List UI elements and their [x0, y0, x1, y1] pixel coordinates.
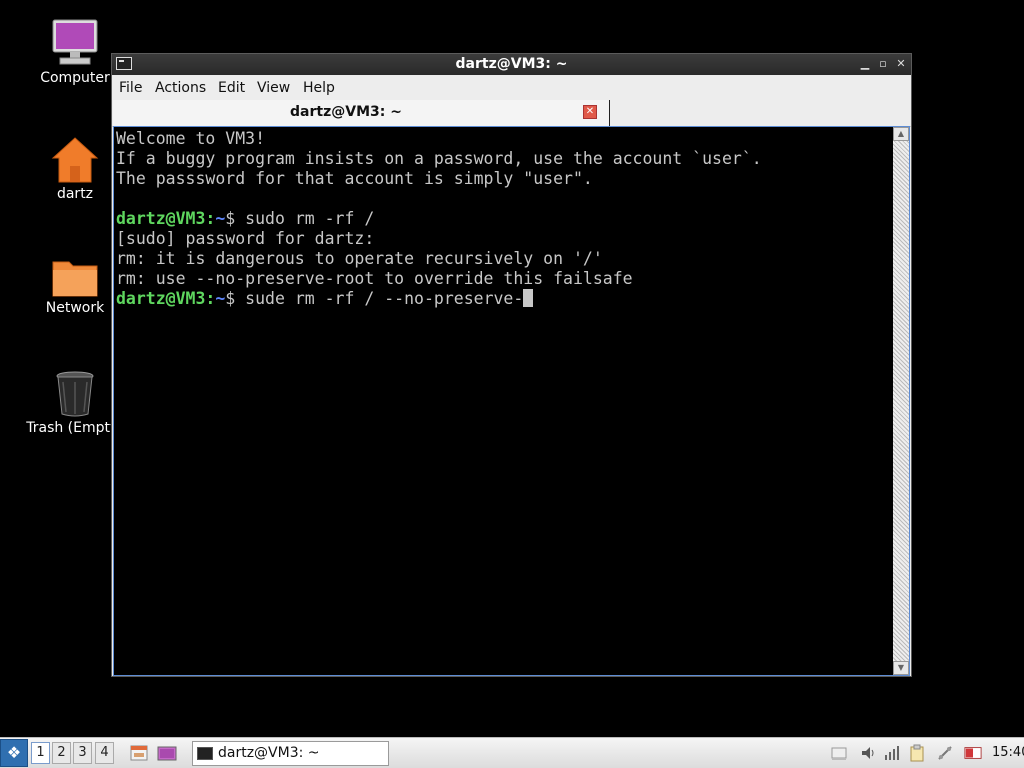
- prompt-path: ~: [215, 289, 226, 308]
- tab-terminal[interactable]: dartz@VM3: ~ ✕: [113, 100, 610, 126]
- workspace-3[interactable]: 3: [73, 742, 92, 764]
- terminal-line: If a buggy program insists on a password…: [116, 149, 762, 168]
- terminal-line-text: sudo rm -rf /: [245, 209, 375, 228]
- terminal-line: dartz@VM3:~$ sude rm -rf / --no-preserve…: [116, 289, 534, 308]
- terminal-line: [sudo] password for dartz:: [116, 229, 374, 248]
- clock: 15:40: [992, 745, 1024, 760]
- prompt-user: dartz@VM3: [116, 289, 206, 308]
- terminal-window: dartz@VM3: ~ ▁ ▫ ✕ File Actions Edit Vie…: [111, 53, 912, 677]
- trash-icon: [56, 371, 94, 417]
- start-menu-button[interactable]: ❖: [0, 739, 28, 767]
- signal-icon[interactable]: [882, 744, 900, 762]
- start-menu-icon: ❖: [6, 743, 22, 762]
- prompt-separator: :: [205, 209, 216, 228]
- terminal-line: The passsword for that account is simply…: [116, 169, 593, 188]
- window-titlebar[interactable]: dartz@VM3: ~ ▁ ▫ ✕: [112, 54, 911, 75]
- menu-actions[interactable]: Actions: [155, 80, 206, 96]
- terminal-scrollbar[interactable]: ▲ ▼: [893, 127, 909, 675]
- close-button[interactable]: ✕: [893, 56, 909, 72]
- task-terminal-button[interactable]: dartz@VM3: ~: [192, 741, 389, 766]
- network-folder-icon: [52, 261, 98, 297]
- terminal-line-text: The passsword for that account is simply…: [116, 169, 593, 188]
- workspace-1[interactable]: 1: [31, 742, 50, 764]
- terminal-line: rm: it is dangerous to operate recursive…: [116, 249, 603, 268]
- minimize-button[interactable]: ▁: [857, 56, 873, 72]
- menu-view[interactable]: View: [257, 80, 290, 96]
- terminal-output[interactable]: Welcome to VM3! If a buggy program insis…: [113, 126, 910, 676]
- tab-close-icon[interactable]: ✕: [583, 105, 597, 119]
- terminal-line-text: If a buggy program insists on a password…: [116, 149, 762, 168]
- window-title: dartz@VM3: ~: [455, 56, 568, 72]
- terminal-line: dartz@VM3:~$ sudo rm -rf /: [116, 209, 374, 228]
- workspace-4[interactable]: 4: [95, 742, 114, 764]
- terminal-line: rm: use --no-preserve-root to override t…: [116, 269, 633, 288]
- menu-bar: File Actions Edit View Help: [112, 76, 911, 100]
- terminal-line-text: rm: use --no-preserve-root to override t…: [116, 269, 633, 288]
- terminal-line-text: rm: it is dangerous to operate recursive…: [116, 249, 603, 268]
- drive-icon[interactable]: [830, 744, 848, 762]
- file-manager-launcher-icon[interactable]: [129, 743, 149, 763]
- battery-icon[interactable]: [964, 744, 982, 762]
- workspace-2[interactable]: 2: [52, 742, 71, 764]
- terminal-line-text: sude rm -rf / --no-preserve-: [245, 289, 524, 308]
- taskbar: ❖ 1 2 3 4 dartz@VM3: ~ 15:4: [0, 737, 1024, 768]
- menu-file[interactable]: File: [119, 80, 142, 96]
- terminal-icon: [197, 747, 213, 760]
- desktop-launcher-icon[interactable]: [157, 743, 177, 763]
- prompt-path: ~: [215, 209, 226, 228]
- prompt-symbol: $: [225, 209, 246, 228]
- menu-edit[interactable]: Edit: [218, 80, 245, 96]
- scroll-up-icon[interactable]: ▲: [893, 127, 909, 141]
- terminal-line-text: Welcome to VM3!: [116, 129, 266, 148]
- network-icon[interactable]: [936, 744, 954, 762]
- volume-icon[interactable]: [859, 744, 877, 762]
- menu-help[interactable]: Help: [303, 80, 335, 96]
- home-folder-icon: [51, 137, 99, 183]
- terminal-text: Welcome to VM3! If a buggy program insis…: [116, 129, 889, 309]
- tab-label: dartz@VM3: ~: [290, 104, 402, 120]
- text-cursor: [523, 289, 534, 307]
- scroll-down-icon[interactable]: ▼: [893, 661, 909, 675]
- terminal-line: Welcome to VM3!: [116, 129, 265, 148]
- prompt-symbol: $: [225, 289, 246, 308]
- task-label: dartz@VM3: ~: [218, 745, 320, 761]
- prompt-separator: :: [205, 289, 216, 308]
- tab-bar: dartz@VM3: ~ ✕: [112, 100, 911, 127]
- prompt-user: dartz@VM3: [116, 209, 206, 228]
- maximize-button[interactable]: ▫: [875, 56, 891, 72]
- clipboard-icon[interactable]: [908, 744, 926, 762]
- computer-icon: [52, 19, 98, 65]
- terminal-line-text: [sudo] password for dartz:: [116, 229, 375, 248]
